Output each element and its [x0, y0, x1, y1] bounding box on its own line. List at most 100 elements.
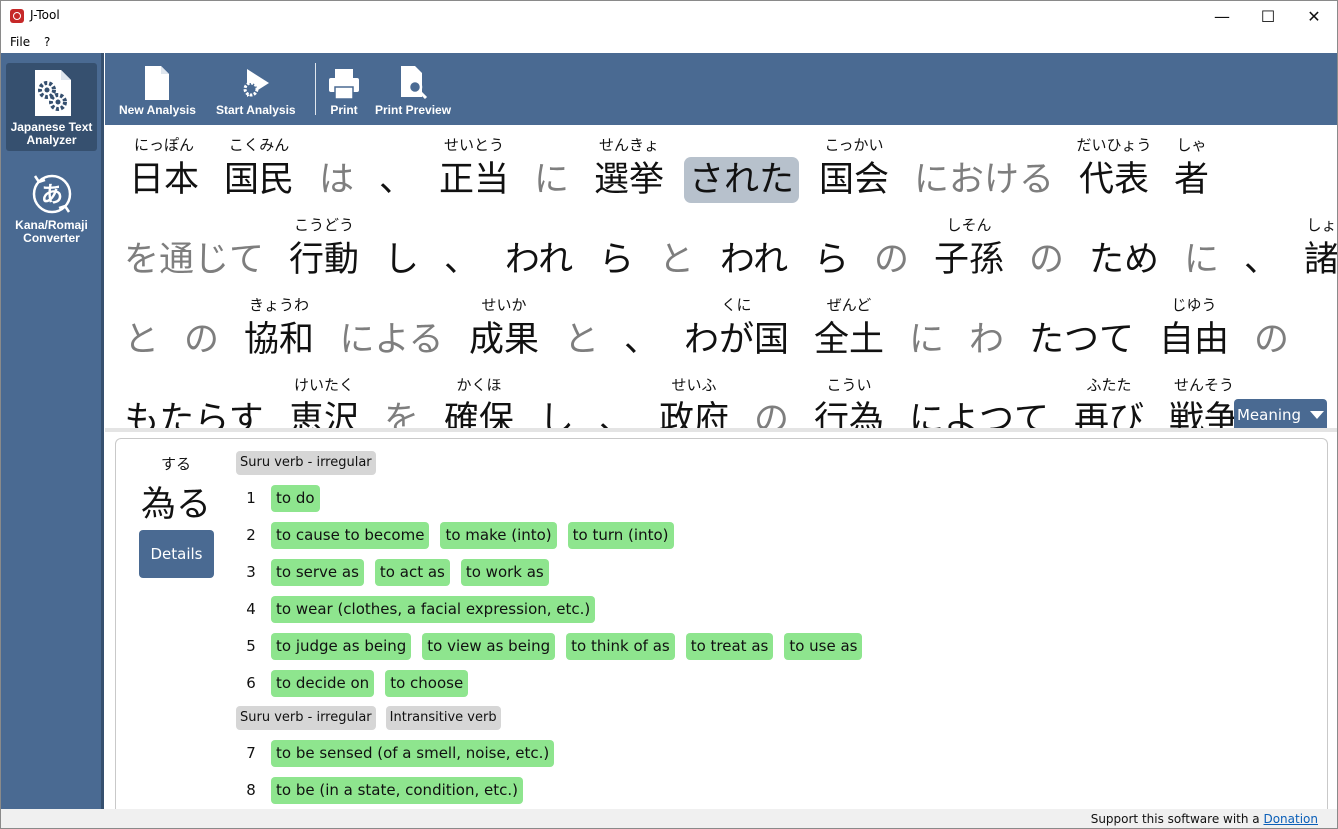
text-token[interactable]: 、 [1239, 209, 1284, 289]
sense-number: 2 [246, 526, 256, 544]
text-token[interactable]: せいふ 政府 [654, 369, 734, 428]
furigana: ふたた [1086, 376, 1132, 394]
text-token[interactable]: もたらす [119, 369, 269, 428]
text-token[interactable]: は [314, 129, 359, 209]
text-token[interactable]: われ [499, 209, 579, 289]
text-token[interactable]: かくほ 確保 [439, 369, 519, 428]
gloss-chip[interactable]: to use as [784, 632, 863, 660]
meaning-toggle-button[interactable]: Meaning [1234, 399, 1327, 431]
sidebar-item-kana-converter[interactable]: あ Kana/Romaji Converter [6, 161, 97, 249]
text-token[interactable]: きょうわ 協和 [239, 289, 319, 369]
gloss-chip[interactable]: to wear (clothes, a facial expression, e… [271, 595, 596, 623]
gloss-chip[interactable]: to judge as being [271, 632, 412, 660]
text-token[interactable]: によつて [904, 369, 1054, 428]
gloss-chip[interactable]: to treat as [685, 632, 774, 660]
text-token[interactable]: における [909, 129, 1059, 209]
print-preview-button[interactable]: Print Preview [375, 53, 451, 125]
token-text: 子孫 [933, 240, 1004, 280]
text-token[interactable]: 、 [594, 369, 639, 428]
text-token[interactable]: の [179, 289, 224, 369]
text-token[interactable]: せいか 成果 [464, 289, 544, 369]
maximize-button[interactable]: ☐ [1245, 1, 1291, 32]
text-token[interactable]: し [534, 369, 579, 428]
token-text: 恵沢 [288, 400, 359, 428]
text-token[interactable]: にっぽん 日本 [124, 129, 204, 209]
gloss-chip[interactable]: to view as being [422, 632, 556, 660]
gloss-chip[interactable]: to be (in a state, condition, etc.) [271, 776, 523, 804]
text-token[interactable]: わ [964, 289, 1009, 369]
text-token[interactable]: 、 [374, 129, 419, 209]
gloss-chip[interactable]: to be sensed (of a smell, noise, etc.) [271, 739, 555, 767]
text-token[interactable]: に [904, 289, 949, 369]
furigana: こっかい [824, 136, 884, 154]
new-document-icon [145, 66, 170, 100]
text-token[interactable]: こっかい 国会 [814, 129, 894, 209]
text-token[interactable]: じゆう 自由 [1154, 289, 1234, 369]
close-button[interactable]: ✕ [1291, 1, 1337, 32]
gloss-chip[interactable]: to work as [460, 558, 549, 586]
text-token[interactable]: と [654, 209, 699, 289]
print-button[interactable]: Print [327, 53, 361, 125]
gloss-chip[interactable]: to turn (into) [567, 521, 674, 549]
sense-row: 8 to be (in a state, condition, etc.) [236, 776, 534, 804]
menu-file[interactable]: File [10, 35, 30, 49]
text-token[interactable]: に [529, 129, 574, 209]
text-token[interactable]: ため [1084, 209, 1164, 289]
panel-splitter[interactable] [105, 428, 1337, 432]
gloss-chip[interactable]: to think of as [566, 632, 675, 660]
text-token[interactable]: し [379, 209, 424, 289]
text-token[interactable]: と [559, 289, 604, 369]
gloss-chip[interactable]: to act as [374, 558, 450, 586]
text-token[interactable]: たつて [1024, 289, 1139, 369]
text-token[interactable]: に [1179, 209, 1224, 289]
gloss-chip[interactable]: to serve as [271, 558, 364, 586]
text-token[interactable]: けいたく 恵沢 [284, 369, 364, 428]
token-text: たつて [1028, 320, 1134, 360]
text-token[interactable]: の [869, 209, 914, 289]
text-token[interactable]: せんそう 戦争 [1164, 369, 1244, 428]
text-token[interactable]: ふたた 再び [1069, 369, 1149, 428]
gloss-chip[interactable]: to cause to become [271, 521, 430, 549]
text-token[interactable]: 、 [619, 289, 664, 369]
analyzed-text-area[interactable]: にっぽん 日本 こくみん 国民は、せいとう 正当にせんきょ 選挙 された こっかい 国会 における… [105, 125, 1337, 428]
text-token[interactable]: しょ諸 [1299, 209, 1337, 289]
text-token[interactable]: せんきょ 選挙 [589, 129, 669, 209]
start-analysis-button[interactable]: Start Analysis [216, 53, 296, 125]
gloss-chip[interactable]: to decide on [271, 669, 375, 697]
text-token[interactable]: 、 [439, 209, 484, 289]
furigana: せんそう [1173, 376, 1234, 394]
text-token[interactable]: せいとう 正当 [434, 129, 514, 209]
text-token[interactable]: の [1024, 209, 1069, 289]
details-button[interactable]: Details [139, 530, 214, 578]
gloss-chip[interactable]: to choose [385, 669, 469, 697]
text-token[interactable]: こくみん 国民 [219, 129, 299, 209]
furigana: こくみん [228, 136, 290, 154]
sense-row: 2 to cause to become to make (into) to turn… [236, 521, 685, 549]
text-token[interactable]: の [1249, 289, 1294, 369]
donation-link[interactable]: Donation [1263, 812, 1318, 826]
furigana: しょ [1306, 216, 1337, 234]
text-token[interactable]: しゃ者 [1169, 129, 1214, 209]
token-text: に [908, 320, 944, 360]
text-token[interactable]: しそん 子孫 [929, 209, 1009, 289]
text-token[interactable]: を [379, 369, 424, 428]
text-token[interactable]: の [749, 369, 794, 428]
text-token[interactable]: ら [809, 209, 854, 289]
text-token[interactable]: こうい 行為 [809, 369, 889, 428]
text-token[interactable]: と [119, 289, 164, 369]
text-token[interactable]: を通じて [119, 209, 269, 289]
new-analysis-button[interactable]: New Analysis [119, 53, 196, 125]
text-token[interactable]: だいひょう 代表 [1074, 129, 1154, 209]
minimize-button[interactable]: — [1199, 1, 1245, 32]
gloss-chip[interactable]: to do [271, 484, 320, 512]
text-token[interactable]: こうどう 行動 [284, 209, 364, 289]
text-token[interactable]: による [334, 289, 449, 369]
menu-help[interactable]: ? [44, 35, 50, 49]
text-token[interactable]: ら [594, 209, 639, 289]
gloss-chip[interactable]: to make (into) [440, 521, 557, 549]
selected-token[interactable]: された [684, 129, 799, 209]
text-token[interactable]: くに わが国 [679, 289, 794, 369]
sidebar-item-text-analyzer[interactable]: Japanese Text Analyzer [6, 63, 97, 151]
text-token[interactable]: ぜんど 全土 [809, 289, 889, 369]
text-token[interactable]: われ [714, 209, 794, 289]
